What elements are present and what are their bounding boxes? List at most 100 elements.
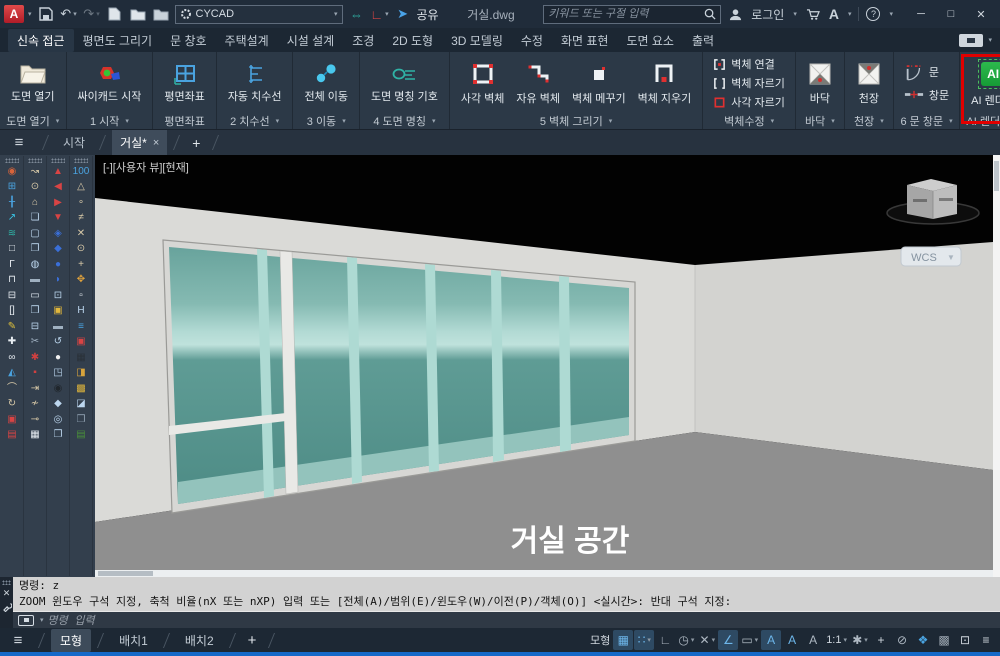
user-icon[interactable]	[726, 5, 744, 23]
tool-icon[interactable]: ❒	[25, 304, 46, 320]
osnap-tracking-icon[interactable]: ∠	[718, 630, 738, 650]
model-space-label[interactable]: 모형	[588, 630, 612, 650]
menu-tab[interactable]: 신속 접근	[8, 29, 74, 52]
move-all-button[interactable]: 전체 이동	[299, 62, 353, 105]
file-tab-menu-icon[interactable]: ≡	[2, 130, 36, 155]
folder-icon[interactable]	[152, 5, 170, 23]
annotation-scale-icon[interactable]: A	[803, 630, 823, 650]
horizontal-scrollbar[interactable]	[95, 570, 993, 577]
tool-icon[interactable]: ⊙	[25, 180, 46, 196]
new-drawing-icon[interactable]	[106, 5, 124, 23]
tool-icon[interactable]: ∘	[71, 195, 92, 211]
tool-icon[interactable]: ↗	[2, 211, 23, 227]
tool-icon[interactable]: ◗	[48, 273, 69, 289]
menu-tab[interactable]: 주택설계	[216, 29, 278, 52]
share-plane-icon[interactable]: ➤	[394, 5, 412, 23]
menu-tab[interactable]: 3D 모델링	[442, 29, 512, 52]
menu-tab[interactable]: 도면 요소	[617, 29, 683, 52]
isodraft-icon[interactable]: ✕▾	[697, 630, 717, 650]
grip-dots-icon[interactable]	[2, 580, 11, 585]
cycad-start-button[interactable]: 싸이캐드 시작	[73, 62, 147, 105]
tool-icon[interactable]: ◈	[48, 226, 69, 242]
tool-icon[interactable]: ∞	[2, 350, 23, 366]
tool-icon[interactable]: □	[2, 242, 23, 258]
tool-icon[interactable]: ≡	[71, 319, 92, 335]
tool-icon[interactable]: ⊟	[2, 288, 23, 304]
tool-icon[interactable]: []	[2, 304, 23, 320]
minimize-button[interactable]: ─	[906, 2, 936, 26]
tool-icon[interactable]: ▩	[71, 381, 92, 397]
tool-icon[interactable]: ●	[48, 257, 69, 273]
status-menu-icon[interactable]: ≡	[976, 630, 996, 650]
ribbon-display-toggle[interactable]: ▾	[959, 34, 992, 47]
tool-icon[interactable]: ▣	[71, 335, 92, 351]
tool-icon[interactable]: ▢	[25, 226, 46, 242]
object-snap-icon[interactable]: ▭▾	[739, 630, 760, 650]
tool-icon[interactable]: ▼	[48, 211, 69, 227]
tool-icon[interactable]: ✎	[2, 319, 23, 335]
tool-icon[interactable]: ◪	[71, 397, 92, 413]
customization-gear-icon[interactable]: ✱▾	[850, 630, 870, 650]
tool-icon[interactable]: ◨	[71, 366, 92, 382]
workspace-combo[interactable]: CYCAD ▾	[175, 5, 343, 24]
layout-menu-icon[interactable]: ≡	[4, 630, 32, 650]
horizontal-scrollbar-thumb[interactable]	[98, 571, 153, 576]
tool-icon[interactable]: ↻	[2, 397, 23, 413]
ai-render-button[interactable]: AI AI 렌더링	[966, 58, 1000, 109]
annotation-autoscale-icon[interactable]: A	[782, 630, 802, 650]
tool-icon[interactable]: ≋	[2, 226, 23, 242]
group-ceiling[interactable]: 천장▾	[847, 112, 891, 129]
save-icon[interactable]	[37, 5, 55, 23]
tool-icon[interactable]: ▣	[48, 304, 69, 320]
toolbar-grip[interactable]	[51, 158, 65, 163]
open-drawing-button[interactable]: 도면 열기	[6, 62, 60, 105]
tool-icon[interactable]: ⊟	[25, 319, 46, 335]
tool-icon[interactable]: ▤	[2, 428, 23, 444]
menu-tab[interactable]: 평면도 그리기	[74, 29, 162, 52]
tool-icon[interactable]: ⇥	[25, 381, 46, 397]
wall-trim-button[interactable]: 벽체 자르기	[709, 74, 789, 92]
tool-icon[interactable]: ◆	[48, 397, 69, 413]
tool-icon[interactable]: ▲	[48, 164, 69, 180]
search-icon[interactable]	[704, 8, 716, 20]
ortho-mode-icon[interactable]: ∟	[655, 630, 675, 650]
open-folder-icon[interactable]	[129, 5, 147, 23]
close-icon[interactable]: ✕	[3, 589, 11, 598]
close-icon[interactable]: ×	[153, 137, 159, 149]
tool-icon[interactable]: △	[71, 180, 92, 196]
menu-tab[interactable]: 화면 표현	[552, 29, 618, 52]
dimension-tool-icon[interactable]: ⇔	[348, 5, 366, 23]
group-ai-render[interactable]: AI 렌더링▾	[962, 112, 1000, 129]
auto-dimension-button[interactable]: 자동 치수선	[223, 62, 287, 105]
tool-icon[interactable]: ◀	[48, 180, 69, 196]
tool-icon[interactable]: ▶	[48, 195, 69, 211]
menu-tab[interactable]: 2D 도형	[383, 29, 442, 52]
rect-trim-button[interactable]: 사각 자르기	[709, 93, 789, 111]
group-open[interactable]: 도면 열기▾	[2, 112, 64, 129]
rect-wall-button[interactable]: 사각 벽체	[456, 60, 510, 107]
crosshair-icon[interactable]: +	[871, 630, 891, 650]
group-name[interactable]: 4 도면 명칭▾	[362, 112, 447, 129]
tool-icon[interactable]: ◳	[48, 366, 69, 382]
tool-icon[interactable]: ⌂	[25, 195, 46, 211]
app-menu-button[interactable]: A ▾	[4, 5, 32, 23]
command-input[interactable]	[48, 614, 995, 627]
wall-join-button[interactable]: 벽체 연결	[709, 55, 789, 73]
tool-icon[interactable]: ⊸	[25, 412, 46, 428]
vertical-scrollbar[interactable]	[993, 155, 1000, 577]
command-history[interactable]: 명령: z ZOOM 윈도우 구석 지정, 축척 비율(nX 또는 nXP) 입…	[13, 577, 1000, 611]
tool-icon[interactable]: ▬	[25, 273, 46, 289]
group-wall-edit[interactable]: 벽체수정▾	[705, 112, 793, 129]
tool-icon[interactable]: ▪	[25, 366, 46, 382]
wcs-badge[interactable]: WCS ▼	[901, 247, 961, 266]
tool-icon[interactable]: ▫	[71, 288, 92, 304]
fullscreen-icon[interactable]: ⊡	[955, 630, 975, 650]
snap-mode-icon[interactable]: ∷▾	[634, 630, 654, 650]
tool-icon[interactable]: +	[71, 257, 92, 273]
toolbar-grip[interactable]	[5, 158, 19, 163]
free-wall-button[interactable]: 자유 벽체	[511, 60, 565, 107]
wall-erase-button[interactable]: 벽체 지우기	[633, 60, 697, 107]
group-wall-draw[interactable]: 5 벽체 그리기▾	[452, 112, 700, 129]
new-tab-button[interactable]: +	[186, 135, 206, 151]
vertical-scrollbar-thumb[interactable]	[994, 161, 999, 191]
